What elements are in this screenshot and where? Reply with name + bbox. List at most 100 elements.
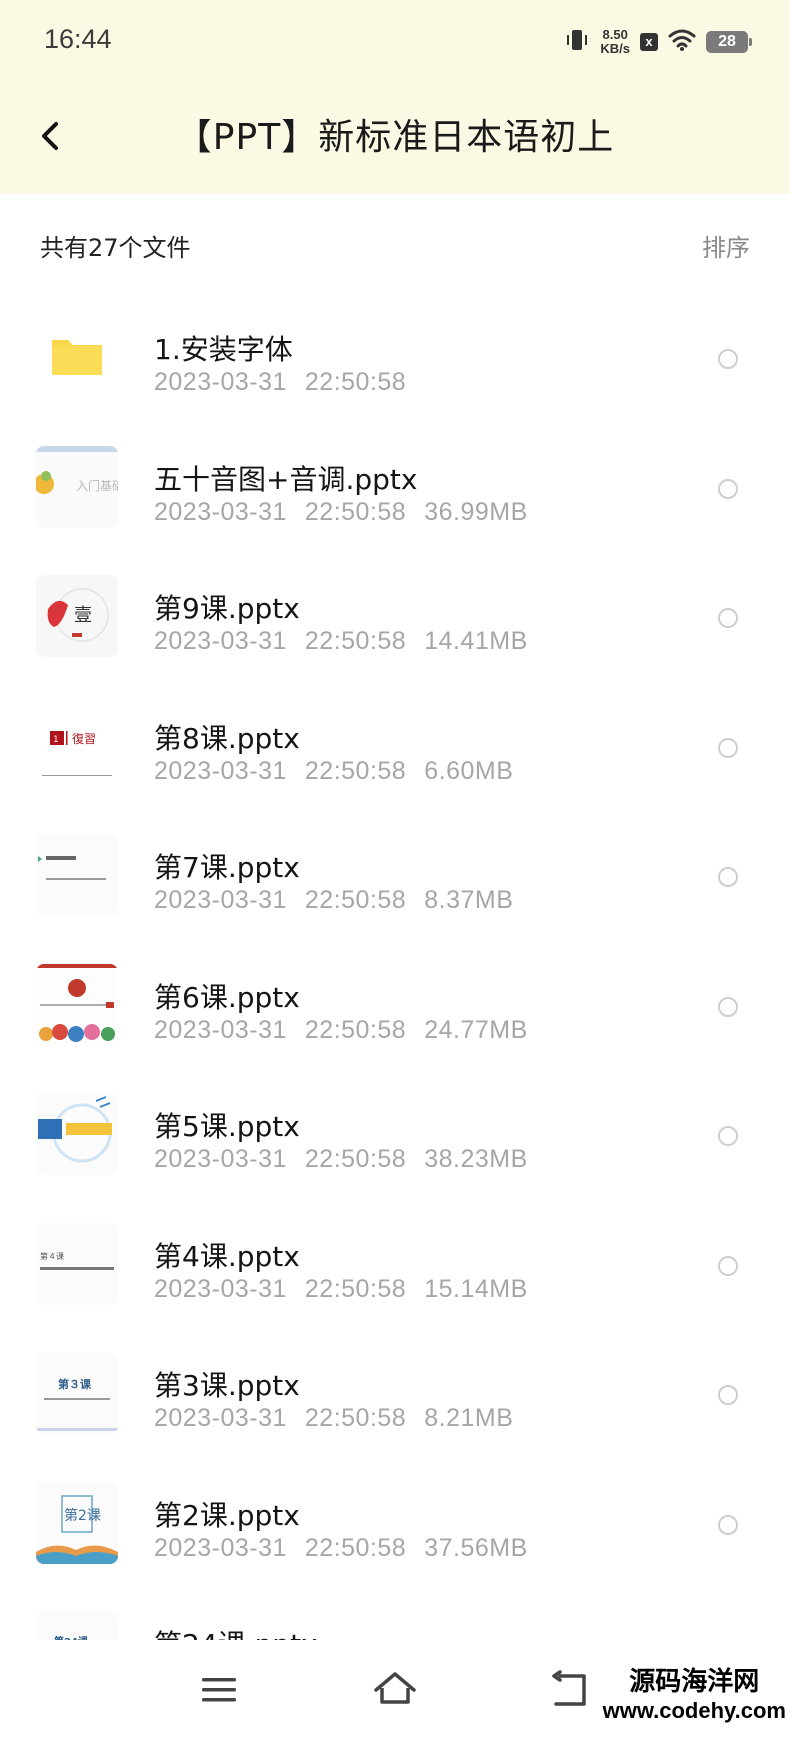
thumb-text: 第３课: [58, 1377, 92, 1391]
file-date: 2023-03-31: [154, 1145, 287, 1173]
file-size: 8.37MB: [424, 886, 514, 914]
sim-off-icon: x: [640, 33, 658, 51]
file-name: 第9课.pptx: [154, 592, 300, 625]
file-meta: 2023-03-31 22:50:58 8.21MB: [154, 1404, 531, 1433]
file-size: 14.41MB: [424, 627, 528, 655]
list-item[interactable]: 第2课 第2课.pptx 2023-03-31 22:50:58 37.56MB: [0, 1460, 790, 1590]
file-size: 8.21MB: [424, 1404, 514, 1432]
select-radio[interactable]: [718, 1385, 738, 1405]
watermark: 源码海洋网 www.codehy.com: [603, 1666, 786, 1724]
pptx-thumbnail: 1 復習: [36, 704, 118, 787]
thumb-text: 第2课: [64, 1507, 101, 1524]
file-date: 2023-03-31: [154, 1015, 287, 1044]
pptx-thumbnail: 壹: [36, 575, 118, 657]
net-speed-unit: KB/s: [600, 41, 630, 56]
title-bar: 【PPT】新标准日本语初上: [0, 84, 790, 194]
file-meta: 2023-03-31 22:50:58 14.41MB: [154, 627, 546, 656]
status-time: 16:44: [44, 24, 112, 54]
select-radio[interactable]: [718, 996, 738, 1017]
thumb-text: 壹: [74, 605, 92, 626]
pptx-thumbnail: [36, 834, 118, 916]
list-item[interactable]: 第6课.pptx 2023-03-31 22:50:58 24.77MB: [0, 942, 790, 1072]
file-meta: 2023-03-31 22:50:58 36.99MB: [154, 498, 546, 527]
vibrate-icon: [564, 27, 590, 57]
select-radio[interactable]: [718, 867, 738, 887]
menu-icon: [202, 1678, 236, 1702]
file-name: 第8课.pptx: [154, 721, 300, 755]
select-radio[interactable]: [718, 1514, 738, 1535]
file-size: 36.99MB: [424, 497, 528, 526]
file-time: 22:50:58: [304, 1533, 407, 1562]
select-radio[interactable]: [718, 1126, 738, 1146]
file-meta: 2023-03-31 22:50:58 37.56MB: [154, 1534, 546, 1563]
select-radio[interactable]: [718, 737, 738, 758]
file-meta: 2023-03-31 22:50:58 24.77MB: [154, 1016, 546, 1045]
wifi-icon: [668, 28, 696, 56]
list-item[interactable]: 1.安装字体 2023-03-31 22:50:58: [0, 294, 790, 424]
watermark-name: 源码海洋网: [629, 1667, 760, 1697]
page-title: 【PPT】新标准日本语初上: [175, 117, 615, 158]
file-meta: 2023-03-31 22:50:58: [154, 368, 424, 397]
select-radio[interactable]: [718, 349, 738, 369]
select-radio[interactable]: [718, 478, 738, 499]
list-item[interactable]: 第5课.pptx 2023-03-31 22:50:58 38.23MB: [0, 1071, 790, 1201]
thumb-text: 復習: [72, 731, 96, 746]
file-name: 第3课.pptx: [154, 1369, 300, 1402]
back-nav-button[interactable]: [546, 1668, 596, 1712]
file-name: 五十音图+音调.pptx: [154, 462, 418, 496]
file-name: 第2课.pptx: [154, 1498, 300, 1532]
list-item[interactable]: 入门基础 五十音图+音调.pptx 2023-03-31 22:50:58 36.9…: [0, 424, 790, 554]
file-meta: 2023-03-31 22:50:58 38.23MB: [154, 1145, 546, 1174]
file-list: 1.安装字体 2023-03-31 22:50:58 入门基础 五十音图+音调.p…: [0, 294, 790, 1669]
file-meta: 2023-03-31 22:50:58 15.14MB: [154, 1275, 546, 1304]
file-date: 2023-03-31: [154, 756, 287, 785]
pptx-thumbnail: 入门基础: [36, 445, 118, 528]
sort-button[interactable]: 排序: [702, 228, 750, 263]
file-time: 22:50:58: [304, 497, 407, 526]
home-button[interactable]: [370, 1668, 420, 1712]
file-time: 22:50:58: [304, 368, 407, 396]
list-item[interactable]: 第４课 第4课.pptx 2023-03-31 22:50:58 15.14MB: [0, 1201, 790, 1331]
file-size: 37.56MB: [424, 1533, 528, 1562]
list-item[interactable]: 壹 第9课.pptx 2023-03-31 22:50:58 14.41MB: [0, 553, 790, 683]
file-time: 22:50:58: [304, 1274, 407, 1303]
file-date: 2023-03-31: [154, 886, 287, 914]
file-date: 2023-03-31: [154, 497, 287, 526]
file-size: 6.60MB: [424, 756, 514, 785]
file-date: 2023-03-31: [154, 1404, 287, 1432]
file-time: 22:50:58: [304, 627, 407, 655]
pptx-thumbnail: [36, 1093, 118, 1175]
home-icon: [374, 1672, 416, 1704]
file-size: 15.14MB: [424, 1274, 528, 1303]
summary-row: 共有27个文件 排序: [0, 194, 790, 294]
file-time: 22:50:58: [304, 1015, 407, 1044]
select-radio[interactable]: [718, 1255, 738, 1276]
file-date: 2023-03-31: [154, 1533, 287, 1562]
pptx-thumbnail: 第３课: [36, 1352, 118, 1434]
watermark-url: www.codehy.com: [602, 1698, 786, 1723]
pptx-thumbnail: [36, 963, 118, 1046]
svg-text:1: 1: [53, 735, 59, 745]
status-icons: 8.50 KB/s x 28: [564, 24, 752, 60]
file-time: 22:50:58: [304, 886, 407, 914]
file-date: 2023-03-31: [154, 1274, 287, 1303]
thumb-text: 入门基础: [76, 478, 118, 493]
status-bar: 16:44 8.50 KB/s x 28: [0, 0, 790, 84]
pptx-thumbnail: 第４课: [36, 1222, 118, 1305]
thumb-text: 第４课: [40, 1251, 64, 1261]
list-item[interactable]: 第３课 第3课.pptx 2023-03-31 22:50:58 8.21MB: [0, 1330, 790, 1460]
select-radio[interactable]: [718, 608, 738, 628]
menu-button[interactable]: [194, 1668, 244, 1712]
back-icon: [552, 1670, 586, 1706]
file-name: 第5课.pptx: [154, 1110, 300, 1143]
file-meta: 2023-03-31 22:50:58 6.60MB: [154, 757, 531, 786]
list-item[interactable]: 1 復習 第8课.pptx 2023-03-31 22:50:58 6.60MB: [0, 683, 790, 813]
list-item[interactable]: 第7课.pptx 2023-03-31 22:50:58 8.37MB: [0, 812, 790, 942]
file-count-label: 共有27个文件: [40, 234, 191, 262]
file-size: 38.23MB: [424, 1145, 528, 1173]
file-name: 第6课.pptx: [154, 980, 300, 1014]
battery-icon: 28: [706, 31, 752, 53]
file-name: 第4课.pptx: [154, 1239, 300, 1273]
file-date: 2023-03-31: [154, 368, 287, 396]
file-size: 24.77MB: [424, 1015, 528, 1044]
